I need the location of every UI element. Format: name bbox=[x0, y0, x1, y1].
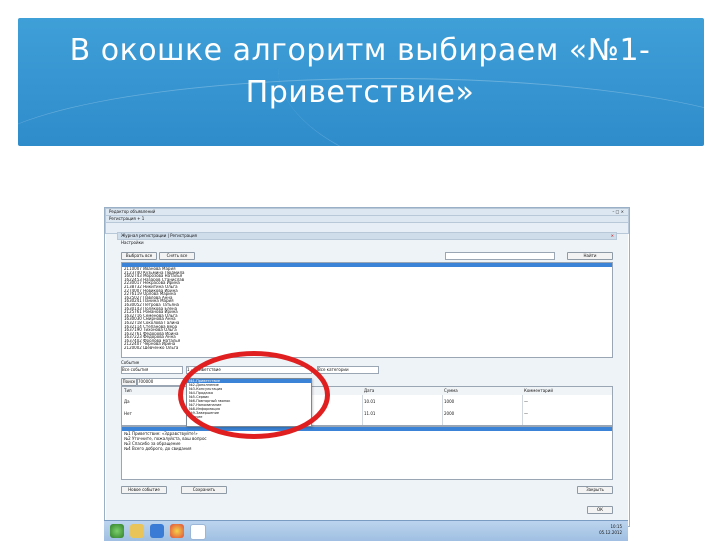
slide-title-line2: Приветствие» bbox=[245, 75, 475, 110]
list-item[interactable]: 2120002 Шевченко Ольга bbox=[124, 346, 612, 350]
new-event-button[interactable]: Новое событие bbox=[121, 486, 167, 494]
highlight-circle bbox=[178, 351, 330, 439]
section-label: Настройки bbox=[121, 240, 144, 245]
table-cell: Нет bbox=[124, 411, 132, 416]
window-controls[interactable]: – □ × bbox=[612, 209, 624, 214]
grid-header-cell[interactable]: Дата bbox=[364, 388, 374, 393]
event-select[interactable]: Все события bbox=[121, 366, 183, 374]
chrome-icon[interactable] bbox=[170, 524, 184, 538]
explorer-icon[interactable] bbox=[130, 524, 144, 538]
log-panel: №1 Приветствие: «Здравствуйте!» №2 Уточни… bbox=[121, 426, 613, 480]
document-tab[interactable]: Журнал регистрации | Регистрация × bbox=[117, 232, 617, 240]
clock-date: 05.12.2012 bbox=[599, 530, 622, 535]
table-cell: Да bbox=[124, 399, 130, 404]
filter-label: Событие bbox=[121, 360, 140, 365]
clear-all-button[interactable]: Снять все bbox=[159, 252, 195, 260]
log-line: №4 Всего доброго, до свидания bbox=[124, 446, 192, 451]
employee-list[interactable]: 2110007 Иванова Мария 2123740 Кузьмина Лю… bbox=[121, 262, 613, 358]
toolbar-text: Регистрация + 1 bbox=[109, 216, 145, 221]
grid-header-cell[interactable]: Сумма bbox=[444, 388, 458, 393]
grid-header-cell[interactable]: Тип bbox=[124, 388, 132, 393]
close-button[interactable]: Закрыть bbox=[577, 486, 613, 494]
browser-icon[interactable] bbox=[150, 524, 164, 538]
search-button[interactable]: Найти bbox=[567, 252, 613, 260]
table-cell: 10.01 bbox=[364, 399, 376, 404]
ok-button[interactable]: ОК bbox=[587, 506, 613, 514]
find-button[interactable]: Поиск bbox=[121, 378, 137, 386]
table-cell: 11.01 bbox=[364, 411, 376, 416]
taskbar: 10:15 05.12.2012 bbox=[104, 520, 628, 541]
search-value-input[interactable]: 700000 bbox=[137, 378, 185, 386]
save-button[interactable]: Сохранить bbox=[181, 486, 227, 494]
select-all-button[interactable]: Выбрать все bbox=[121, 252, 157, 260]
table-cell: 2000 bbox=[444, 411, 455, 416]
app-screenshot: Редактор объявлений – □ × Регистрация + … bbox=[104, 207, 630, 527]
window-title: Редактор объявлений bbox=[109, 209, 156, 214]
close-icon[interactable]: × bbox=[611, 233, 614, 238]
grid-header-cell[interactable]: Комментарий bbox=[524, 388, 553, 393]
slide-title: В окошке алгоритм выбираем «№1- Приветст… bbox=[30, 30, 690, 114]
app-icon[interactable] bbox=[190, 524, 206, 540]
document-tab-label: Журнал регистрации | Регистрация bbox=[121, 233, 197, 238]
table-cell: — bbox=[524, 411, 528, 416]
start-icon[interactable] bbox=[110, 524, 124, 538]
table-cell: 1000 bbox=[444, 399, 455, 404]
category-select[interactable]: Все категории bbox=[317, 366, 379, 374]
system-clock: 10:15 05.12.2012 bbox=[599, 524, 622, 536]
slide-title-line1: В окошке алгоритм выбираем «№1- bbox=[69, 33, 651, 68]
table-cell: — bbox=[524, 399, 528, 404]
search-input[interactable] bbox=[445, 252, 555, 260]
